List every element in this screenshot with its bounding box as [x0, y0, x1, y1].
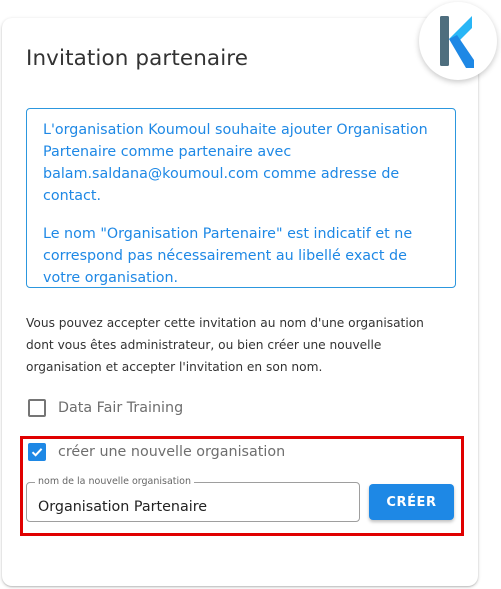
alert-paragraph-2: Le nom "Organisation Partenaire" est ind… — [43, 226, 413, 286]
existing-org-option[interactable]: Data Fair Training — [28, 399, 183, 417]
info-text: Vous pouvez accepter cette invitation au… — [26, 316, 424, 374]
dialog-title: Invitation partenaire — [26, 46, 249, 71]
koumoul-k-logo-icon — [440, 16, 474, 68]
alert-paragraph-1: L'organisation Koumoul souhaite ajouter … — [43, 122, 428, 204]
info-alert: L'organisation Koumoul souhaite ajouter … — [26, 108, 456, 288]
new-org-label: créer une nouvelle organisation — [58, 444, 286, 460]
new-org-name-input[interactable] — [27, 483, 359, 521]
new-org-option[interactable]: créer une nouvelle organisation — [28, 443, 285, 461]
existing-org-checkbox[interactable] — [28, 399, 46, 417]
new-org-checkbox[interactable] — [28, 443, 46, 461]
check-icon — [31, 448, 43, 457]
existing-org-label: Data Fair Training — [58, 400, 184, 416]
koumoul-logo — [419, 2, 497, 80]
create-button[interactable]: CRÉER — [369, 484, 454, 520]
new-org-name-field: nom de la nouvelle organisation — [26, 475, 360, 522]
